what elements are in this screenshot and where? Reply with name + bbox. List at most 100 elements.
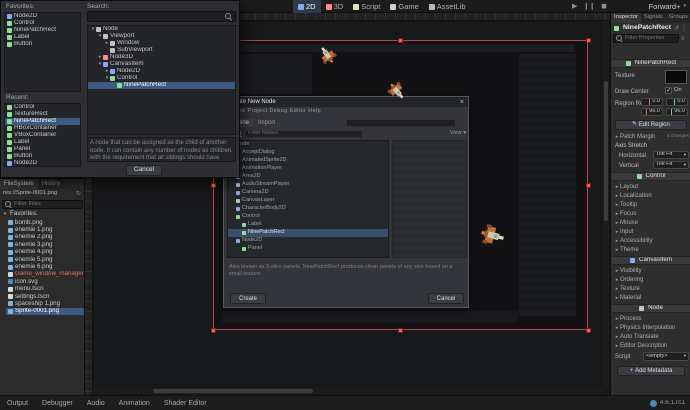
file-row[interactable]: enemie 1.png [6,226,84,233]
match-item[interactable]: ▾Node [88,26,235,33]
group-texture[interactable]: ▸Texture [614,285,689,293]
vertical-scrollbar-thumb[interactable] [604,81,608,221]
favorites-root[interactable]: ▾ Favorites: [0,210,84,219]
script-value-dropdown[interactable]: <empty>▾ [643,352,689,361]
file-row[interactable]: icon.svg [6,278,84,285]
match-item[interactable]: ▾Control [88,75,235,82]
group-focus[interactable]: ▸Focus [614,210,689,218]
tab-groups[interactable]: Groups [666,13,690,23]
renderer-selector[interactable]: Forward+ ▾ [649,3,686,11]
favorite-item[interactable]: Node2D [5,13,80,20]
bottom-tab-shader-editor[interactable]: Shader Editor [157,396,214,410]
file-row[interactable]: enemie 2.png [6,234,84,241]
recent-item-selected[interactable]: NinePatchRect [5,118,80,125]
tab-game[interactable]: Game [385,0,423,13]
recent-item[interactable]: Button [5,153,80,160]
file-row[interactable]: settings.tscn [6,293,84,300]
recent-item[interactable]: Panel [5,146,80,153]
selection-handle-mid-left[interactable] [211,183,216,188]
group-accessibility[interactable]: ▸Accessibility [614,237,689,245]
file-row[interactable]: enemie 4.png [6,249,84,256]
region-y-field[interactable]: 0.0 [666,98,688,106]
pause-button[interactable]: ❙❙ [583,3,595,10]
bottom-tab-output[interactable]: Output [0,396,35,410]
group-physics-interpolation[interactable]: ▸Physics Interpolation [614,324,689,332]
match-item[interactable]: ▸Node3D [88,54,235,61]
inspector-menu-icon[interactable]: ⋮ [681,26,687,32]
favorite-item[interactable]: Label [5,34,80,41]
favorite-item[interactable]: NinePatchRect [5,27,80,34]
tab-history[interactable]: History [38,179,65,189]
match-item[interactable]: ▸Window [88,40,235,47]
match-item[interactable]: ▾CanvasItem [88,61,235,68]
group-theme[interactable]: ▸Theme [614,246,689,254]
add-metadata-button[interactable]: + Add Metadata [617,366,685,376]
stop-button[interactable]: ◼ [601,3,607,10]
play-button[interactable]: ▶ [572,3,577,10]
group-localization[interactable]: ▸Localization [614,192,689,200]
file-row[interactable]: menu.tscn [6,286,84,293]
selection-handle-bottom-right[interactable] [586,328,591,333]
group-layout[interactable]: ▸Layout [614,183,689,191]
file-row[interactable]: spaceship 1.png [6,300,84,307]
group-visibility[interactable]: ▸Visibility [614,267,689,275]
recent-item[interactable]: Control [5,104,80,111]
tab-filesystem[interactable]: FileSystem [0,179,38,189]
favorite-item[interactable]: Control [5,20,80,27]
favorites-list[interactable]: Node2D Control NinePatchRect Label Butto… [4,12,81,92]
draw-center-checkbox[interactable]: ✓ On [665,87,682,94]
texture-thumbnail[interactable] [665,70,687,84]
extra-options-icon[interactable]: ≡ [681,36,685,42]
selection-handle-bottom-mid[interactable] [398,328,403,333]
file-row[interactable]: enemie 3.png [6,241,84,248]
selection-handle-bottom-left[interactable] [211,328,216,333]
matches-tree[interactable]: ▾Node ▾Viewport ▸Window SubViewport ▸Nod… [87,25,236,135]
group-tooltip[interactable]: ▸Tooltip [614,201,689,209]
recent-item[interactable]: HBoxContainer [5,125,80,132]
group-input[interactable]: ▸Input [614,228,689,236]
horizontal-scrollbar-thumb[interactable] [153,389,313,393]
cancel-button[interactable]: Cancel [126,165,162,176]
bottom-tab-animation[interactable]: Animation [112,396,157,410]
group-auto-translate[interactable]: ▸Auto Translate [614,333,689,341]
selection-handle-mid-right[interactable] [586,183,591,188]
match-item-selected[interactable]: NinePatchRect [88,82,235,89]
recent-item[interactable]: TextureRect [5,111,80,118]
tab-inspector[interactable]: Inspector [611,13,641,23]
tab-3d[interactable]: 3D [321,0,349,13]
file-row[interactable]: bomb.png [6,219,84,226]
tab-assetlib[interactable]: AssetLib [424,0,471,13]
match-item[interactable]: ▾Viewport [88,33,235,40]
selection-handle-top-mid[interactable] [398,38,403,43]
group-editor-description[interactable]: ▸Editor Description [614,342,689,350]
filesystem-filter-input[interactable]: Filter Files [2,200,83,209]
file-row[interactable]: enemie 6.png [6,263,84,270]
group-patch-margin[interactable]: ▸ Patch Margin 4 changes [614,133,689,141]
bottom-tab-debugger[interactable]: Debugger [35,396,80,410]
vertical-dropdown[interactable]: Tile Fit▾ [653,161,689,169]
tab-2d[interactable]: 2D [293,0,321,13]
match-item[interactable]: SubViewport [88,47,235,54]
file-row[interactable]: enemie 5.png [6,256,84,263]
tab-script[interactable]: Script [348,0,385,13]
recent-item[interactable]: Label [5,139,80,146]
group-mouse[interactable]: ▸Mouse [614,219,689,227]
region-w-field[interactable]: 96.0 [641,108,663,116]
history-icon[interactable]: ↺ [674,26,679,32]
group-ordering[interactable]: ▸Ordering [614,276,689,284]
vertical-scrollbar[interactable] [603,21,609,388]
edit-region-button[interactable]: ✎ Edit Region [615,120,687,130]
region-x-field[interactable]: 0.0 [641,98,663,106]
group-process[interactable]: ▸Process [614,315,689,323]
refresh-icon[interactable]: ↻ [76,191,81,197]
group-material[interactable]: ▸Material [614,294,689,302]
filter-properties-input[interactable]: Filter Properties [613,34,679,43]
recent-item[interactable]: Node2D [5,160,80,167]
recent-list[interactable]: Control TextureRect NinePatchRect HBoxCo… [4,103,81,167]
bottom-tab-audio[interactable]: Audio [80,396,112,410]
match-item[interactable]: ▸Node2D [88,68,235,75]
favorite-item[interactable]: Button [5,41,80,48]
recent-item[interactable]: VBoxContainer [5,132,80,139]
search-input[interactable] [87,11,236,22]
selection-handle-top-right[interactable] [586,38,591,43]
